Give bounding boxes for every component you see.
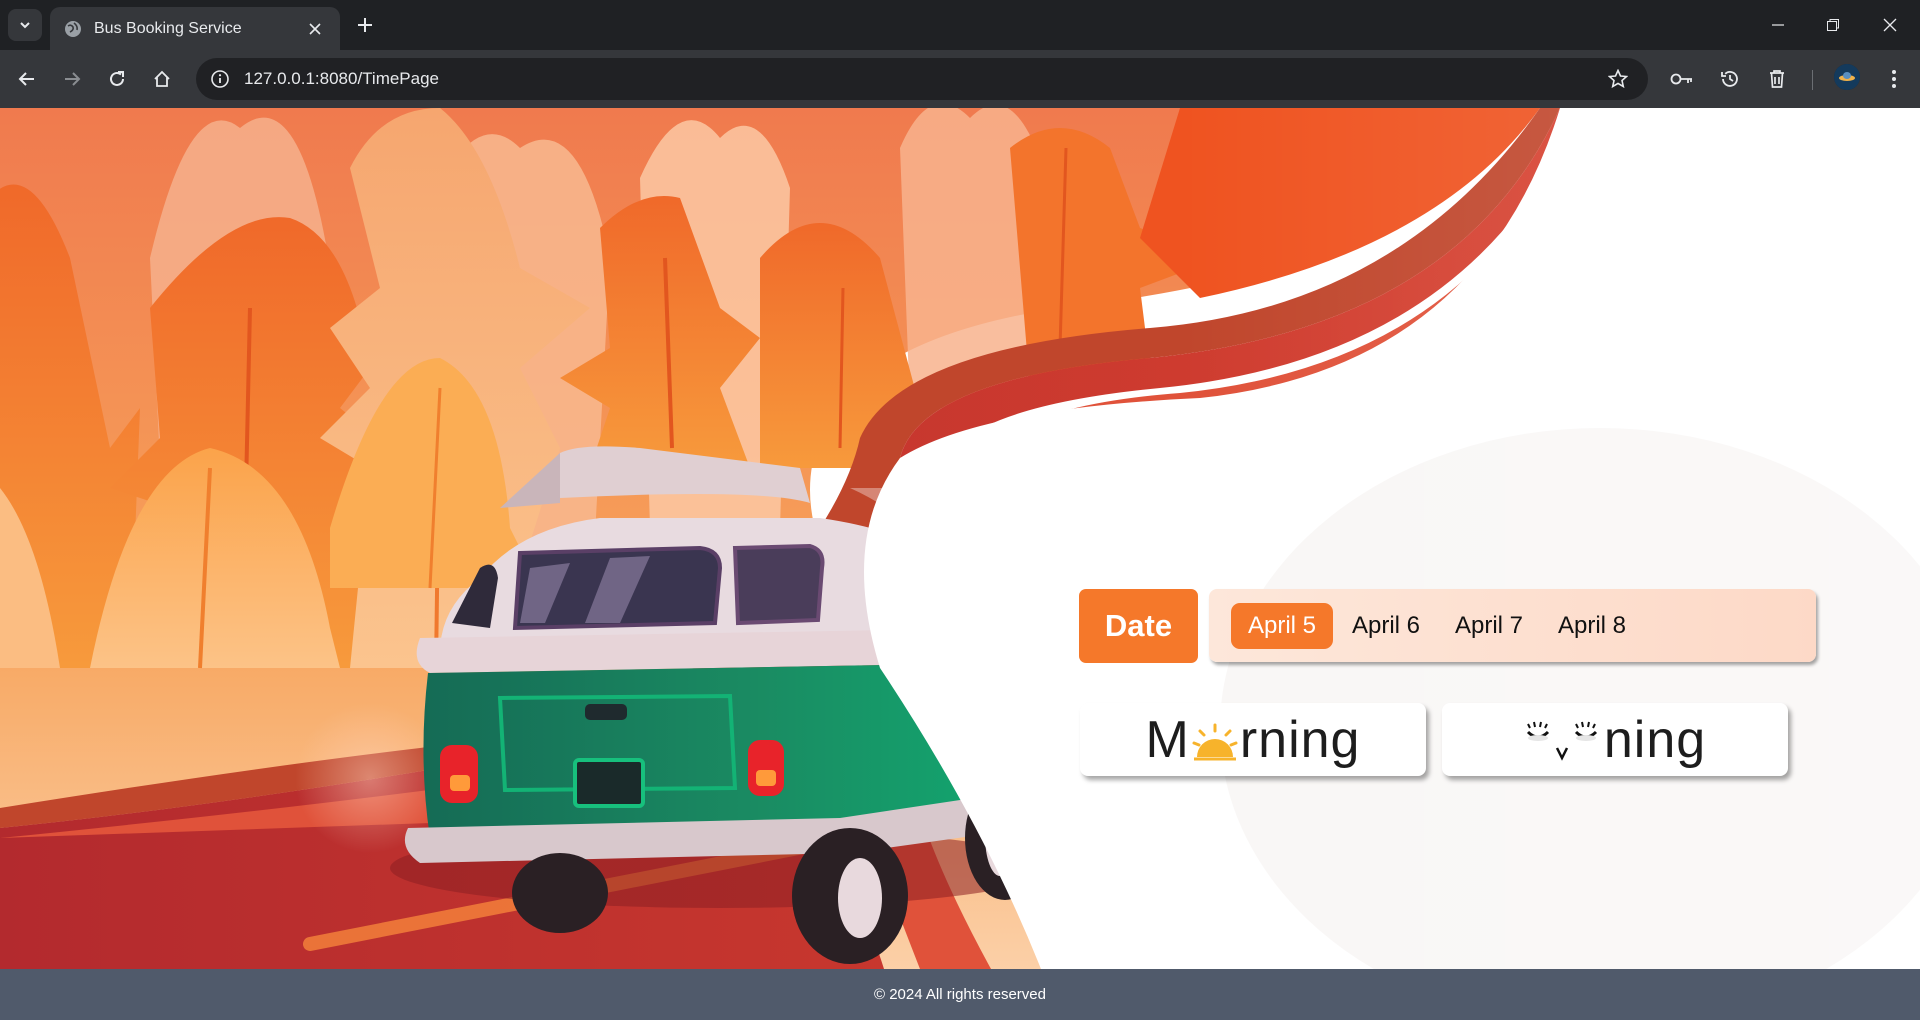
close-icon [309, 22, 321, 35]
new-tab-button[interactable] [352, 12, 378, 38]
profile-avatar[interactable] [1834, 64, 1860, 90]
close-icon [1883, 18, 1897, 32]
history-icon [1721, 71, 1738, 87]
copyright-text: © 2024 All rights reserved [874, 986, 1046, 1003]
morning-label-prefix: M [1145, 710, 1190, 769]
browser-tab-bar: Bus Booking Service [0, 0, 1920, 50]
key-icon [1670, 73, 1692, 85]
back-button[interactable] [12, 64, 42, 94]
morning-label-suffix: rning [1239, 710, 1361, 769]
plus-icon [358, 18, 372, 32]
star-icon [1608, 69, 1628, 89]
url-text[interactable]: 127.0.0.1:8080/TimePage [244, 69, 1604, 89]
address-bar[interactable]: 127.0.0.1:8080/TimePage [196, 58, 1648, 100]
close-window-button[interactable] [1875, 10, 1905, 40]
home-icon [154, 70, 170, 87]
minimize-icon [1772, 24, 1784, 26]
evening-label-suffix: ning [1603, 710, 1707, 769]
history-button[interactable] [1716, 65, 1744, 93]
browser-tab[interactable]: Bus Booking Service [50, 7, 340, 50]
forward-button[interactable] [57, 64, 87, 94]
date-option-april-6[interactable]: April 6 [1335, 603, 1437, 649]
site-info-button[interactable] [208, 67, 232, 91]
date-selector: April 5 April 6 April 7 April 8 [1209, 589, 1816, 662]
trash-icon [1770, 70, 1784, 88]
restore-button[interactable] [1818, 10, 1848, 40]
morning-button[interactable]: M rning [1080, 703, 1426, 776]
arrow-left-icon [18, 72, 34, 86]
delete-button[interactable] [1763, 65, 1791, 93]
bookmark-star-button[interactable] [1604, 65, 1632, 93]
avatar-icon [1834, 64, 1860, 90]
rising-sun-icon [1192, 723, 1238, 760]
road-trip-illustration [0, 108, 1920, 1020]
toolbar-divider [1812, 70, 1813, 90]
date-label: Date [1079, 589, 1198, 663]
date-option-april-7[interactable]: April 7 [1438, 603, 1540, 649]
tab-search-button[interactable] [8, 9, 42, 41]
date-option-april-8[interactable]: April 8 [1540, 603, 1644, 649]
minimize-button[interactable] [1763, 10, 1793, 40]
evening-button[interactable]: ning [1442, 703, 1788, 776]
globe-icon [65, 20, 81, 37]
reload-icon [110, 71, 124, 86]
chevron-down-icon [20, 22, 30, 29]
date-option-april-5[interactable]: April 5 [1231, 603, 1333, 649]
more-vertical-icon [1892, 70, 1896, 88]
time-page: Date April 5 April 6 April 7 April 8 M r… [0, 108, 1920, 1020]
browser-menu-button[interactable] [1880, 65, 1908, 93]
sleepy-eyes-icon [1526, 721, 1597, 761]
browser-toolbar: 127.0.0.1:8080/TimePage [0, 50, 1920, 108]
password-key-button[interactable] [1668, 65, 1696, 93]
tab-close-button[interactable] [304, 18, 326, 40]
reload-button[interactable] [102, 64, 132, 94]
arrow-right-icon [65, 72, 81, 86]
info-icon [211, 70, 229, 88]
tab-title: Bus Booking Service [94, 19, 242, 37]
restore-icon [1827, 19, 1839, 31]
page-footer: © 2024 All rights reserved [0, 969, 1920, 1020]
home-button[interactable] [147, 64, 177, 94]
